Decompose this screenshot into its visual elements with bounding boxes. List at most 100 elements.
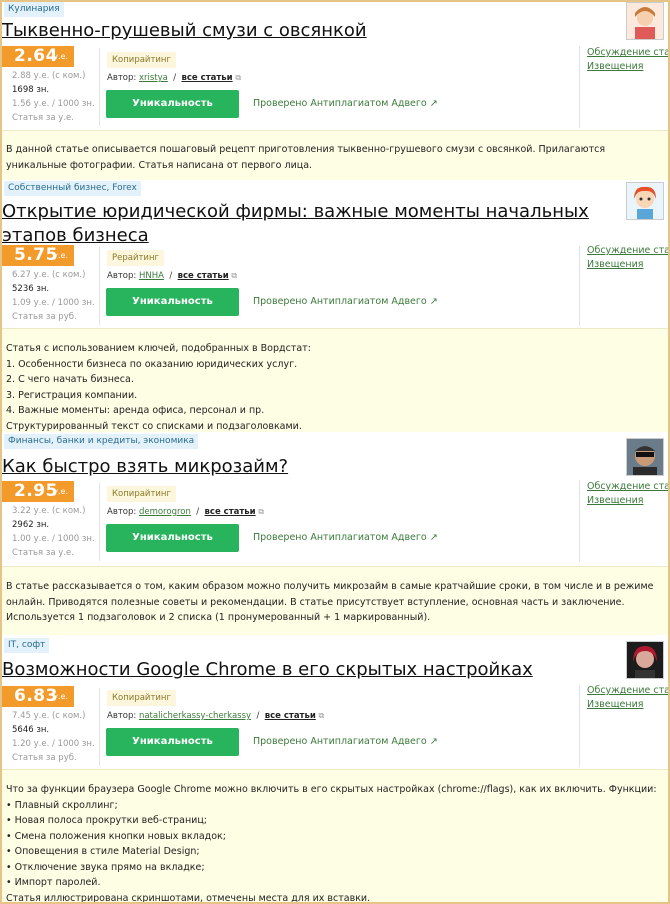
uniqueness-checked-button[interactable]: Уникальность проверена <box>106 524 239 571</box>
author-avatar[interactable] <box>626 2 664 40</box>
external-link-icon: ⧉ <box>318 711 325 720</box>
price-meta: 6.27 у.е. (с ком.) 5236 зн. 1.09 у.е. / … <box>12 268 95 324</box>
notices-link[interactable]: Извещения <box>587 699 644 710</box>
price-per-1000: 1.56 у.е. / 1000 зн. <box>12 99 95 109</box>
price-value: 2.64 <box>14 46 58 66</box>
external-link-icon: ↗ <box>429 296 438 307</box>
price-unit: у.е. <box>53 251 68 260</box>
all-articles-link[interactable]: все статьи <box>205 507 256 517</box>
notices-link[interactable]: Извещения <box>587 61 644 72</box>
category-tag[interactable]: Финансы, банки и кредиты, экономика <box>4 434 199 449</box>
divider <box>579 246 580 326</box>
char-count: 1698 зн. <box>12 85 50 95</box>
uniqueness-checked-button[interactable]: Уникальность проверена <box>106 90 239 137</box>
price-badge: 2.64 у.е. <box>2 46 74 67</box>
price-with-commission: 2.88 у.е. (с ком.) <box>12 71 86 81</box>
uniqueness-checked-button[interactable]: Уникальность проверена <box>106 288 239 335</box>
divider <box>579 480 580 562</box>
author-line: Автор: xristya / все статьи ⧉ <box>107 73 242 83</box>
price-type: Статья за у.е. <box>12 548 74 558</box>
article-type-badge: Рерайтинг <box>107 250 164 266</box>
notices-link[interactable]: Извещения <box>587 259 644 270</box>
antiplagiarism-link-text: Проверено Антиплагиатом Адвего <box>253 98 427 109</box>
article-description: Статья с использованием ключей, подобран… <box>2 328 668 432</box>
author-line: Автор: HNHA / все статьи ⧉ <box>107 271 238 281</box>
discussion-link[interactable]: Обсуждение статьи <box>587 47 668 58</box>
price-unit: у.е. <box>53 487 68 496</box>
external-link-icon: ⧉ <box>231 271 238 280</box>
author-label: Автор: <box>107 271 137 281</box>
author-label: Автор: <box>107 507 137 517</box>
article-title[interactable]: Открытие юридической фирмы: важные момен… <box>2 200 612 248</box>
divider <box>99 247 100 325</box>
author-avatar[interactable] <box>626 182 664 220</box>
price-badge: 6.83 у.е. <box>2 686 74 707</box>
discussion-link[interactable]: Обсуждение статьи <box>587 685 668 696</box>
article-title[interactable]: Тыквенно-грушевый смузи с овсянкой <box>2 19 612 43</box>
all-articles-link[interactable]: все статьи <box>178 271 229 281</box>
price-per-1000: 1.20 у.е. / 1000 зн. <box>12 739 95 749</box>
price-unit: у.е. <box>53 692 68 701</box>
price-with-commission: 3.22 у.е. (с ком.) <box>12 506 86 516</box>
author-link[interactable]: natalicherkassy-cherkassy <box>139 711 251 721</box>
divider <box>99 688 100 766</box>
char-count: 5646 зн. <box>12 725 50 735</box>
antiplagiarism-link[interactable]: Проверено Антиплагиатом Адвего ↗ <box>250 98 438 109</box>
article-type-badge: Копирайтинг <box>107 690 176 706</box>
article-type-badge: Копирайтинг <box>107 486 176 502</box>
price-with-commission: 7.45 у.е. (с ком.) <box>12 711 86 721</box>
article-description: В данной статье описывается пошаговый ре… <box>2 130 668 180</box>
external-link-icon: ↗ <box>429 736 438 747</box>
notices-link[interactable]: Извещения <box>587 495 644 506</box>
article-title[interactable]: Возможности Google Chrome в его скрытых … <box>2 658 612 682</box>
price-per-1000: 1.00 у.е. / 1000 зн. <box>12 534 95 544</box>
antiplagiarism-link[interactable]: Проверено Антиплагиатом Адвего ↗ <box>250 296 438 307</box>
antiplagiarism-link[interactable]: Проверено Антиплагиатом Адвего ↗ <box>250 736 438 747</box>
description-text: Что за функции браузера Google Chrome мо… <box>6 784 657 904</box>
antiplagiarism-link-text: Проверено Антиплагиатом Адвего <box>253 736 427 747</box>
author-link[interactable]: HNHA <box>139 271 164 281</box>
price-per-1000: 1.09 у.е. / 1000 зн. <box>12 298 95 308</box>
divider <box>99 48 100 126</box>
description-text: В статье рассказывается о том, каким обр… <box>6 581 654 623</box>
price-type: Статья за у.е. <box>12 113 74 123</box>
category-tag[interactable]: Собственный бизнес, Forex <box>4 181 141 196</box>
external-link-icon: ↗ <box>429 98 438 109</box>
antiplagiarism-link[interactable]: Проверено Антиплагиатом Адвего ↗ <box>250 532 438 543</box>
uniqueness-checked-button[interactable]: Уникальность проверена <box>106 728 239 775</box>
article-type-badge: Копирайтинг <box>107 52 176 68</box>
article-card: Собственный бизнес, Forex Открытие юриди… <box>2 180 668 432</box>
char-count: 5236 зн. <box>12 284 50 294</box>
article-description: Что за функции браузера Google Chrome мо… <box>2 769 668 904</box>
divider <box>579 46 580 128</box>
antiplagiarism-link-text: Проверено Антиплагиатом Адвего <box>253 532 427 543</box>
price-badge: 2.95 у.е. <box>2 481 74 502</box>
article-description: В статье рассказывается о том, каким обр… <box>2 566 668 635</box>
author-link[interactable]: demorogron <box>139 507 191 517</box>
article-title[interactable]: Как быстро взять микрозайм? <box>2 455 612 479</box>
price-type: Статья за руб. <box>12 753 77 763</box>
category-tag[interactable]: Кулинария <box>4 2 64 17</box>
all-articles-link[interactable]: все статьи <box>182 73 233 83</box>
discussion-link[interactable]: Обсуждение статьи <box>587 245 668 256</box>
price-meta: 7.45 у.е. (с ком.) 5646 зн. 1.20 у.е. / … <box>12 709 95 765</box>
external-link-icon: ⧉ <box>258 507 265 516</box>
price-value: 2.95 <box>14 481 58 501</box>
divider <box>579 685 580 767</box>
category-tag[interactable]: IT, софт <box>4 638 50 653</box>
external-link-icon: ↗ <box>429 532 438 543</box>
article-card: Финансы, банки и кредиты, экономика Как … <box>2 434 668 635</box>
all-articles-link[interactable]: все статьи <box>265 711 316 721</box>
author-label: Автор: <box>107 73 137 83</box>
price-badge: 5.75 у.е. <box>2 245 74 266</box>
price-type: Статья за руб. <box>12 312 77 322</box>
price-with-commission: 6.27 у.е. (с ком.) <box>12 270 86 280</box>
author-avatar[interactable] <box>626 641 664 679</box>
discussion-link[interactable]: Обсуждение статьи <box>587 481 668 492</box>
price-meta: 3.22 у.е. (с ком.) 2962 зн. 1.00 у.е. / … <box>12 504 95 560</box>
author-avatar[interactable] <box>626 438 664 476</box>
price-value: 5.75 <box>14 245 58 265</box>
author-line: Автор: demorogron / все статьи ⧉ <box>107 507 265 517</box>
author-label: Автор: <box>107 711 137 721</box>
author-link[interactable]: xristya <box>139 73 168 83</box>
